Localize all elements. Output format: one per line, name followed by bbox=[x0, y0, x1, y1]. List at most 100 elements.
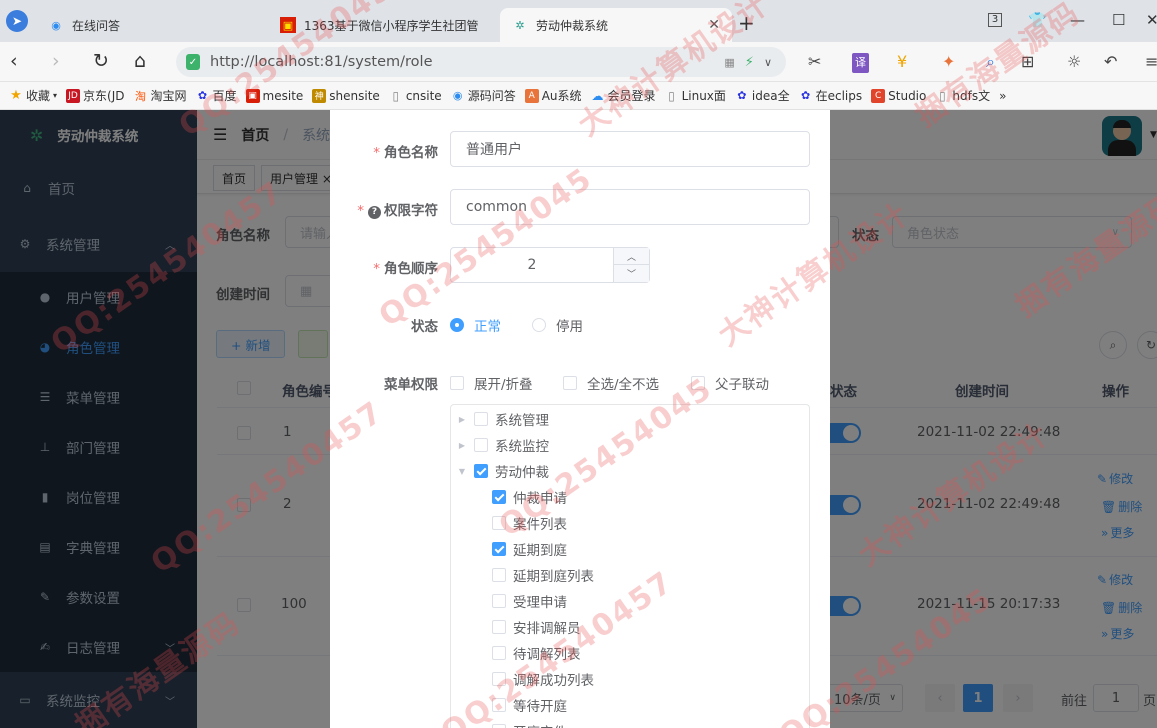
tree-node-checkbox[interactable] bbox=[492, 568, 506, 582]
mesite-icon: ▣ bbox=[245, 88, 260, 103]
page-icon: ▯ bbox=[668, 88, 675, 103]
expand-collapse-checkbox[interactable]: 展开/折叠 bbox=[450, 373, 533, 393]
tab-count-badge[interactable]: 3 bbox=[988, 13, 1002, 27]
tree-node[interactable]: 调解成功列表 bbox=[475, 666, 594, 692]
tree-node-checkbox[interactable] bbox=[492, 490, 506, 504]
stepper-up-icon[interactable]: ︿ bbox=[613, 248, 649, 265]
maximize-icon[interactable]: ☐ bbox=[1112, 10, 1125, 30]
lightning-icon[interactable]: ⚡ bbox=[745, 55, 754, 70]
bookmark-item[interactable]: ◉ 源码问答 bbox=[451, 87, 516, 104]
select-all-menu-checkbox[interactable]: 全选/全不选 bbox=[563, 373, 659, 393]
minimize-icon[interactable]: — bbox=[1070, 10, 1085, 30]
tree-node-label: 开庭审件 bbox=[513, 721, 567, 728]
coupon-icon[interactable]: ¥ bbox=[897, 52, 907, 72]
bookmark-item[interactable]: ✿ 在eclips bbox=[799, 87, 862, 104]
tree-node[interactable]: 案件列表 bbox=[475, 510, 567, 536]
status-label: 状态 bbox=[411, 319, 438, 335]
role-sort-stepper[interactable]: 2 ︿ ﹀ bbox=[450, 247, 650, 283]
tree-node-checkbox[interactable] bbox=[492, 542, 506, 556]
back-icon[interactable]: ‹ bbox=[10, 50, 18, 72]
bookmark-item[interactable]: ▣ mesite bbox=[245, 88, 303, 103]
browser-tab-active[interactable]: ✲ 劳动仲裁系统 ✕ bbox=[500, 8, 732, 42]
secure-shield-icon: ✓ bbox=[186, 54, 200, 70]
apps-icon[interactable]: ⊞ bbox=[1021, 52, 1034, 72]
tree-node-checkbox[interactable] bbox=[492, 620, 506, 634]
tree-node[interactable]: ▼ 劳动仲裁 bbox=[457, 458, 549, 484]
modal-overlay-sidebar[interactable] bbox=[0, 110, 197, 728]
status-radio-normal[interactable]: 正常 bbox=[450, 315, 501, 335]
qa-icon: ◉ bbox=[452, 89, 463, 102]
tree-node-checkbox[interactable] bbox=[492, 516, 506, 530]
tree-node-label: 待调解列表 bbox=[513, 647, 581, 663]
brightness-icon[interactable]: ☼ bbox=[1067, 52, 1081, 72]
tree-node[interactable]: 受理申请 bbox=[475, 588, 567, 614]
menu-icon[interactable]: ≡ bbox=[1145, 52, 1157, 72]
browser-logo-icon[interactable]: ➤ bbox=[6, 10, 28, 32]
bookmarks-more[interactable]: » bbox=[999, 89, 1006, 103]
home-icon[interactable]: ⌂ bbox=[134, 50, 146, 72]
tree-node-checkbox[interactable] bbox=[492, 594, 506, 608]
bookmark-item[interactable]: ▯ cnsite bbox=[389, 89, 442, 103]
tree-node-checkbox[interactable] bbox=[474, 438, 488, 452]
bookmark-item[interactable]: ✿ 百度 bbox=[196, 87, 237, 104]
bookmark-item[interactable]: ☁ 会员登录 bbox=[591, 87, 656, 104]
tree-node[interactable]: 安排调解员 bbox=[475, 614, 581, 640]
new-tab-button[interactable]: + bbox=[738, 12, 755, 34]
tree-node[interactable]: ▶ 系统管理 bbox=[457, 406, 549, 432]
qr-icon[interactable]: ▦ bbox=[724, 56, 734, 69]
tree-node[interactable]: 待调解列表 bbox=[475, 640, 581, 666]
forward-icon[interactable]: › bbox=[52, 50, 60, 72]
tree-node-checkbox[interactable] bbox=[492, 672, 506, 686]
tree-node[interactable]: 开庭审件 bbox=[475, 718, 567, 728]
tree-node-checkbox[interactable] bbox=[492, 698, 506, 712]
browser-tab[interactable]: ◉ 在线问答 bbox=[36, 8, 268, 42]
tree-node[interactable]: 延期到庭 bbox=[475, 536, 567, 562]
au-icon: A bbox=[524, 88, 539, 103]
tree-node[interactable]: ▶ 系统监控 bbox=[457, 432, 549, 458]
scissors-icon[interactable]: ✂ bbox=[808, 52, 821, 72]
tree-node-label: 安排调解员 bbox=[513, 621, 581, 637]
tree-node-checkbox[interactable] bbox=[474, 412, 488, 426]
menu-tree: ▶ 系统管理 ▶ 系统监控 ▼ 劳动仲裁 仲裁申请 案件列表 延期到庭 延期到庭列表 受理申请 安排调… bbox=[450, 404, 810, 728]
bookmark-item[interactable]: A Au系统 bbox=[524, 87, 582, 104]
role-key-input[interactable]: common bbox=[450, 189, 810, 225]
tree-node-label: 系统监控 bbox=[495, 439, 549, 455]
role-sort-value[interactable]: 2 bbox=[451, 248, 613, 282]
reload-icon[interactable]: ↻ bbox=[93, 50, 109, 72]
bookmark-item[interactable]: ★ 收藏 ▾ bbox=[9, 87, 57, 104]
tree-node[interactable]: 仲裁申请 bbox=[475, 484, 567, 510]
tree-node-checkbox[interactable] bbox=[474, 464, 488, 478]
browser-tab[interactable]: ▣ 1363基于微信小程序学生社团管 bbox=[268, 8, 500, 42]
bookmark-item[interactable]: ✿ idea全 bbox=[735, 87, 789, 104]
game-icon[interactable]: ✦ bbox=[942, 52, 955, 72]
bookmark-item[interactable]: JD 京东(JD bbox=[66, 87, 125, 104]
caret-right-icon[interactable]: ▶ bbox=[457, 415, 467, 424]
tree-node-checkbox[interactable] bbox=[492, 646, 506, 660]
role-name-input[interactable]: 普通用户 bbox=[450, 131, 810, 167]
translate-icon[interactable]: 译 bbox=[852, 53, 869, 73]
url-bar[interactable]: ✓ http://localhost:81/system/role ▦ ⚡ ∨ bbox=[176, 47, 786, 77]
role-name-label: * 角色名称 bbox=[373, 145, 438, 161]
bookmark-item[interactable]: 神 shensite bbox=[312, 88, 380, 103]
status-radio-disabled[interactable]: 停用 bbox=[532, 315, 583, 335]
search-icon[interactable]: ⌕ bbox=[986, 52, 995, 72]
tree-node[interactable]: 延期到庭列表 bbox=[475, 562, 594, 588]
bookmark-item[interactable]: ▯ hdfs文 bbox=[935, 87, 990, 104]
caret-right-icon[interactable]: ▶ bbox=[457, 441, 467, 450]
tab-title: 劳动仲裁系统 bbox=[536, 18, 609, 33]
tree-node[interactable]: 等待开庭 bbox=[475, 692, 567, 718]
close-tab-icon[interactable]: ✕ bbox=[708, 17, 720, 33]
undo-icon[interactable]: ↶ bbox=[1104, 52, 1117, 72]
stepper-down-icon[interactable]: ﹀ bbox=[613, 265, 649, 282]
tree-node-checkbox[interactable] bbox=[492, 724, 506, 728]
bookmark-item[interactable]: 淘淘宝网 bbox=[134, 87, 187, 104]
bookmark-item[interactable]: ▯ Linux面 bbox=[665, 87, 726, 104]
close-window-icon[interactable]: ✕ bbox=[1146, 10, 1157, 30]
parent-child-link-checkbox[interactable]: 父子联动 bbox=[691, 373, 769, 393]
jd-icon: JD bbox=[66, 88, 81, 103]
tab-title: 在线问答 bbox=[72, 18, 121, 33]
bookmark-item[interactable]: C Studio bbox=[871, 88, 926, 103]
shirt-icon[interactable]: 👕 bbox=[1028, 10, 1047, 30]
caret-down-icon[interactable]: ▼ bbox=[457, 467, 467, 476]
dropdown-icon[interactable]: ∨ bbox=[764, 56, 772, 69]
